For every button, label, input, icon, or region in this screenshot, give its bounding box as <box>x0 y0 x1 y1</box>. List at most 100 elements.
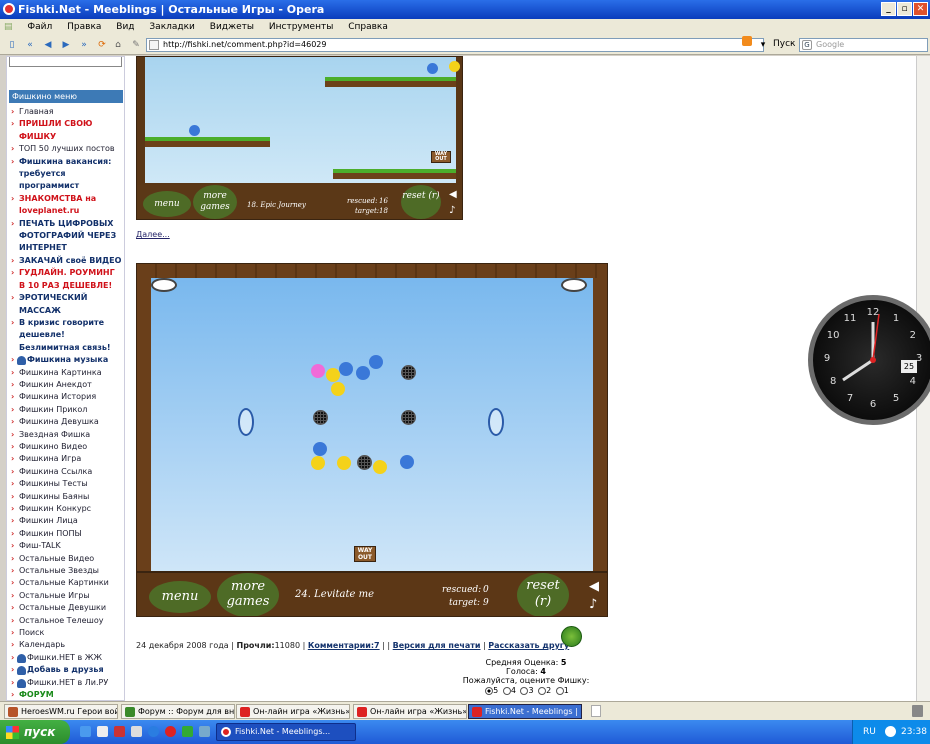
sidebar-item[interactable]: ЗНАКОМСТВА на loveplanet.ru <box>11 193 123 218</box>
rating-radio-2[interactable] <box>538 686 547 695</box>
sidebar-item[interactable]: ГУДЛАЙН. РОУМИНГ В 10 РАЗ ДЕШЕВЛЕ! <box>11 267 123 292</box>
sidebar-item[interactable]: Остальные Звезды <box>11 565 123 578</box>
start-button[interactable]: пуск <box>0 720 70 744</box>
sidebar-item[interactable]: Фишкина История <box>11 391 123 404</box>
address-dropdown-icon[interactable]: ▾ <box>757 39 769 51</box>
more-games-button[interactable]: more games <box>193 185 237 219</box>
sidebar-item[interactable]: Календарь <box>11 639 123 652</box>
menu-edit[interactable]: Правка <box>60 19 106 35</box>
maximize-button[interactable]: ▫ <box>897 2 912 16</box>
quicklaunch-other-icon[interactable] <box>199 726 210 737</box>
browser-tab[interactable]: Форум :: Форум для вн... <box>121 704 235 719</box>
sidebar-item[interactable]: Фишки.НЕТ в Ли.РУ <box>11 677 123 690</box>
menu-widgets[interactable]: Виджеты <box>203 19 259 35</box>
menu-button[interactable]: menu <box>143 191 191 217</box>
sidebar-item[interactable]: Поиск <box>11 627 123 640</box>
sidebar-item[interactable]: Фишкина Ссылка <box>11 466 123 479</box>
home-icon[interactable]: ⌂ <box>112 39 124 51</box>
quicklaunch-icq-icon[interactable] <box>182 726 193 737</box>
fast-forward-icon[interactable]: » <box>78 39 90 51</box>
sidebar-item[interactable]: Фишкин Конкурс <box>11 503 123 516</box>
browser-tab[interactable]: HeroesWM.ru Герои вой... <box>4 704 118 719</box>
sidebar-item[interactable]: Остальные Картинки <box>11 577 123 590</box>
sidebar-item[interactable]: Фишкино Видео <box>11 441 123 454</box>
reset-button[interactable]: reset (r) <box>517 573 569 616</box>
print-version-link[interactable]: Версия для печати <box>393 641 481 650</box>
quicklaunch-media-icon[interactable] <box>114 726 125 737</box>
sidebar-item[interactable]: Фишкина музыка <box>11 354 123 367</box>
reload-icon[interactable]: ⟳ <box>96 39 108 51</box>
watermelon-icon[interactable] <box>561 626 582 647</box>
sidebar-item[interactable]: Фишкина вакансия: требуется программист <box>11 156 123 193</box>
game-levitate-me[interactable]: WAY OUT menu more games 24. Levitate me … <box>136 263 608 617</box>
trash-icon[interactable] <box>912 705 923 717</box>
sidebar-item[interactable]: Фишки.НЕТ в ЖЖ <box>11 652 123 665</box>
sidebar-item[interactable]: ФОРУМ <box>11 689 123 701</box>
sidebar-item[interactable]: Добавь в друзья <box>11 664 123 677</box>
sidebar-item[interactable]: Главная <box>11 106 123 119</box>
language-indicator[interactable]: RU <box>863 720 876 744</box>
quicklaunch-explorer-icon[interactable] <box>97 726 108 737</box>
quicklaunch-app-icon[interactable] <box>131 726 142 737</box>
reset-button[interactable]: reset (r) <box>401 185 441 219</box>
menu-help[interactable]: Справка <box>341 19 393 35</box>
back-icon[interactable]: ◀ <box>42 39 54 51</box>
sidebar-item[interactable]: Остальное Телешоу <box>11 615 123 628</box>
close-button[interactable]: ✕ <box>913 2 928 16</box>
menu-button[interactable]: menu <box>149 581 211 613</box>
search-engine-label[interactable]: Пуск <box>773 39 795 49</box>
menu-tools[interactable]: Инструменты <box>262 19 338 35</box>
sound-icon[interactable]: ◀ <box>449 189 457 200</box>
rating-radio-4[interactable] <box>502 686 511 695</box>
sidebar-item[interactable]: Фишкины Баяны <box>11 491 123 504</box>
tray-app-icon[interactable] <box>885 726 896 737</box>
quicklaunch-desktop-icon[interactable] <box>80 726 91 737</box>
sidebar-item[interactable]: ЗАКАЧАЙ своё ВИДЕО <box>11 255 123 268</box>
music-icon[interactable]: ♪ <box>449 205 455 216</box>
more-games-button[interactable]: more games <box>217 573 279 616</box>
sidebar-item[interactable]: Фишкин Лица <box>11 515 123 528</box>
sidebar-item[interactable]: ПЕЧАТЬ ЦИФРОВЫХ ФОТОГРАФИЙ ЧЕРЕЗ ИНТЕРНЕ… <box>11 218 123 255</box>
rss-icon[interactable] <box>742 36 752 46</box>
music-icon[interactable]: ♪ <box>589 597 597 612</box>
sidebar-item[interactable]: Фишкины Тесты <box>11 478 123 491</box>
minimize-button[interactable]: _ <box>881 2 896 16</box>
address-field[interactable]: http://fishki.net/comment.php?id=46029 <box>146 38 764 52</box>
sidebar-item[interactable]: Фиш-TALK <box>11 540 123 553</box>
sidebar-item[interactable]: Фишкина Картинка <box>11 367 123 380</box>
comments-link[interactable]: Комментарии:7 <box>308 641 380 650</box>
search-input[interactable]: G Google <box>799 38 928 52</box>
quicklaunch-ie-icon[interactable] <box>148 726 159 737</box>
menu-file[interactable]: Файл <box>20 19 57 35</box>
rating-radio-1[interactable] <box>555 686 564 695</box>
sidebar-item[interactable]: Остальные Девушки <box>11 602 123 615</box>
game-screenshot-epic-journey[interactable]: WAY OUT menu more games 18. Epic Journey… <box>136 56 463 220</box>
sound-icon[interactable]: ◀ <box>589 579 599 594</box>
sidebar-item[interactable]: В кризис говорите дешевле! Безлимитная с… <box>11 317 123 354</box>
sidebar-item[interactable]: ТОП 50 лучших постов <box>11 143 123 156</box>
browser-tab[interactable]: Он-лайн игра «Жизнь»... <box>236 704 350 719</box>
sidebar-item[interactable]: Остальные Видео <box>11 553 123 566</box>
sidebar-item[interactable]: ЭРОТИЧЕСКИЙ МАССАЖ <box>11 292 123 317</box>
edit-icon[interactable]: ✎ <box>130 39 142 51</box>
sidebar-item[interactable]: Звездная Фишка <box>11 429 123 442</box>
sidebar-item[interactable]: ПРИШЛИ СВОЮ ФИШКУ <box>11 118 123 143</box>
new-tab-icon[interactable] <box>591 705 601 717</box>
sidebar-item[interactable]: Фишкин ПОПЫ <box>11 528 123 541</box>
browser-tab[interactable]: Он-лайн игра «Жизнь» ... <box>353 704 467 719</box>
forward-icon[interactable]: ▶ <box>60 39 72 51</box>
sidebar-item[interactable]: Остальные Игры <box>11 590 123 603</box>
quicklaunch-opera-icon[interactable] <box>165 726 176 737</box>
browser-tab[interactable]: Fishki.Net - Meeblings | ... <box>468 704 582 719</box>
share-link[interactable]: Рассказать другу <box>488 641 569 650</box>
read-more-link[interactable]: Далее... <box>136 230 170 239</box>
taskbar-item-opera[interactable]: Fishki.Net - Meeblings... <box>216 723 356 741</box>
sidebar-item[interactable]: Фишкин Прикол <box>11 404 123 417</box>
new-page-icon[interactable]: ▯ <box>6 39 18 51</box>
sidebar-item[interactable]: Фишкина Игра <box>11 453 123 466</box>
sidebar-item[interactable]: Фишкина Девушка <box>11 416 123 429</box>
sidebar-item[interactable]: Фишкин Анекдот <box>11 379 123 392</box>
rating-radio-5[interactable] <box>485 686 494 695</box>
rewind-icon[interactable]: « <box>24 39 36 51</box>
menu-view[interactable]: Вид <box>109 19 139 35</box>
